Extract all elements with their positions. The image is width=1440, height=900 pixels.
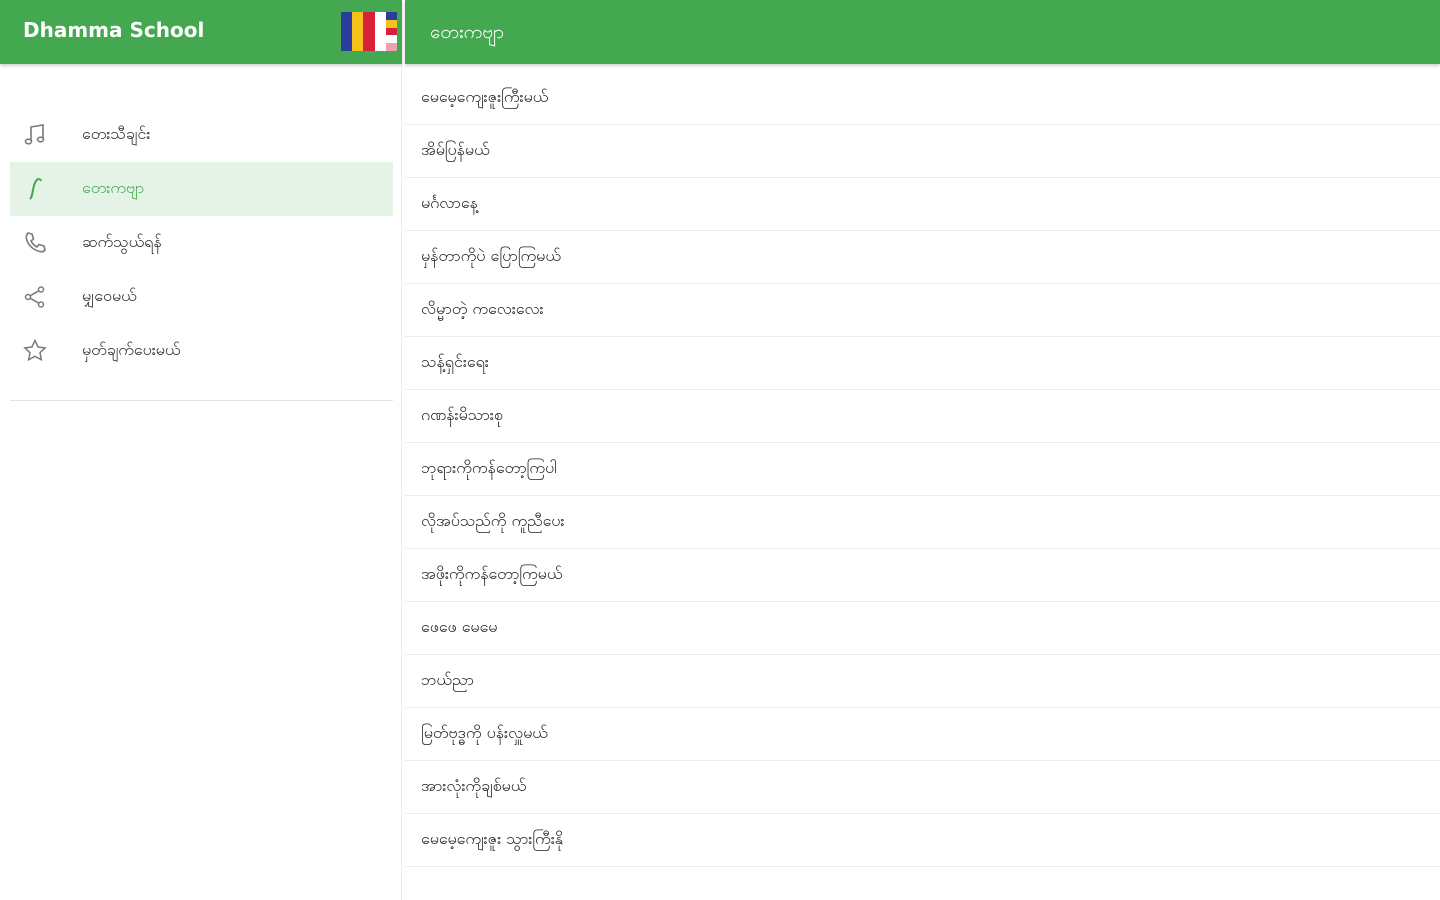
list-item[interactable]: လိမ္မာတဲ့ ကလေးလေး	[405, 284, 1440, 337]
list-item[interactable]: မေမေ့ကျေးဇူးကြီးမယ်	[405, 72, 1440, 125]
drawer-item-label: ဆက်သွယ်ရန်	[82, 232, 162, 251]
drawer-item-label: တေးသီချင်း	[82, 124, 151, 143]
star-icon	[18, 334, 52, 368]
drawer-item-songs[interactable]: တေးသီချင်း	[10, 108, 393, 162]
list-item-title: မေမေ့ကျေးဇူး သွားကြီးနို	[421, 829, 564, 848]
app-window: Dhamma School တေးသီချင်း တေးကဗျာ ဆက်သွယ်…	[0, 0, 1440, 900]
list-item-title: ဂဏန်းမိသားစု	[421, 405, 503, 424]
drawer-item-share[interactable]: မျှဝေမယ်	[10, 270, 393, 324]
flag-stripe-mixed	[385, 12, 398, 51]
list-item[interactable]: သန့်ရှင်းရေး	[405, 337, 1440, 390]
list-item-title: ဖေဖေ မေမေ	[421, 617, 498, 636]
list-item-title: ဘယ်ညာ	[421, 670, 474, 689]
buddhist-flag-logo	[341, 12, 398, 51]
list-item-title: အားလုံးကိုချစ်မယ်	[421, 776, 527, 795]
list-item-title: အဖိုးကိုကန်တော့ကြမယ်	[421, 564, 563, 583]
list-item-title: လိုအပ်သည်ကို ကူညီပေး	[421, 511, 565, 530]
list-item[interactable]: ဘယ်ညာ	[405, 655, 1440, 708]
music-note-icon	[18, 118, 52, 152]
page-title: တေးကဗျာ	[430, 21, 504, 43]
list-item[interactable]: ဖေဖေ မေမေ	[405, 602, 1440, 655]
list-item-title: လိမ္မာတဲ့ ကလေးလေး	[421, 299, 544, 318]
list-item-title: ဘုရားကိုကန်တော့ကြပါ	[421, 458, 557, 477]
flag-stripe-red	[363, 12, 375, 51]
drawer-item-label: မျှဝေမယ်	[82, 286, 137, 305]
list-item[interactable]: မြတ်ဗုဒ္ဓကို ပန်းလှူမယ်	[405, 708, 1440, 761]
list-item-title: မှန်တာကိုပဲ ပြောကြမယ်	[421, 246, 561, 265]
quill-icon	[18, 172, 52, 206]
list-item-title: မေမေ့ကျေးဇူးကြီးမယ်	[421, 87, 549, 106]
list-item[interactable]: အိမ်ပြန်မယ်	[405, 125, 1440, 178]
drawer-divider	[10, 400, 393, 401]
flag-stripe-white	[374, 12, 386, 51]
list-item[interactable]: အားလုံးကိုချစ်မယ်	[405, 761, 1440, 814]
list-item[interactable]: မေမေ့ကျေးဇူး သွားကြီးနို	[405, 814, 1440, 867]
app-title: Dhamma School	[23, 18, 205, 42]
list-item-title: မြတ်ဗုဒ္ဓကို ပန်းလှူမယ်	[421, 723, 548, 742]
list-item-title: အိမ်ပြန်မယ်	[421, 140, 490, 159]
drawer-item-label: တေးကဗျာ	[82, 178, 145, 197]
list-item-title: သန့်ရှင်းရေး	[421, 352, 489, 371]
list-item[interactable]: အဖိုးကိုကန်တော့ကြမယ်	[405, 549, 1440, 602]
app-bar: တေးကဗျာ	[405, 0, 1440, 64]
list-item-title: မင်္ဂလာနေ့	[421, 193, 478, 212]
share-icon	[18, 280, 52, 314]
list-item[interactable]: လိုအပ်သည်ကို ကူညီပေး	[405, 496, 1440, 549]
drawer-item-rate[interactable]: မှတ်ချက်ပေးမယ်	[10, 324, 393, 378]
drawer-header: Dhamma School	[0, 0, 402, 64]
poem-list: မေမေ့ကျေးဇူးကြီးမယ် အိမ်ပြန်မယ် မင်္ဂလာန…	[405, 72, 1440, 867]
list-item[interactable]: ဂဏန်းမိသားစု	[405, 390, 1440, 443]
drawer-item-label: မှတ်ချက်ပေးမယ်	[82, 340, 181, 359]
flag-stripe-blue	[341, 12, 353, 51]
list-item[interactable]: မှန်တာကိုပဲ ပြောကြမယ်	[405, 231, 1440, 284]
drawer-item-contact[interactable]: ဆက်သွယ်ရန်	[10, 216, 393, 270]
navigation-drawer: Dhamma School တေးသီချင်း တေးကဗျာ ဆက်သွယ်…	[0, 0, 402, 900]
flag-stripe-yellow	[352, 12, 364, 51]
phone-icon	[18, 226, 52, 260]
list-item[interactable]: ဘုရားကိုကန်တော့ကြပါ	[405, 443, 1440, 496]
list-item[interactable]: မင်္ဂလာနေ့	[405, 178, 1440, 231]
drawer-item-poems[interactable]: တေးကဗျာ	[10, 162, 393, 216]
drawer-menu: တေးသီချင်း တေးကဗျာ ဆက်သွယ်ရန် မျှဝေမယ် မ…	[10, 108, 393, 378]
